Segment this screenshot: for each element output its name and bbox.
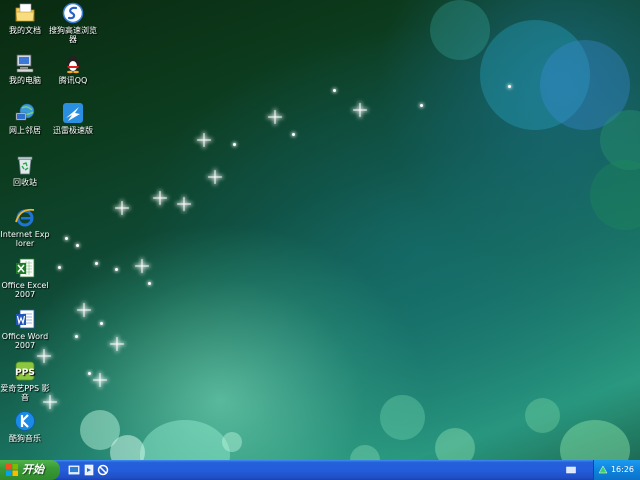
sparkle-dot — [292, 133, 295, 136]
desktop-icon-pps[interactable]: PPS 爱奇艺PPS 影音 — [0, 360, 50, 402]
start-button[interactable]: 开始 — [0, 460, 60, 480]
recycle-bin-icon — [14, 154, 36, 176]
bokeh-decoration — [600, 110, 640, 170]
sparkle-dot — [100, 322, 103, 325]
icon-label: Office Excel 2007 — [1, 281, 49, 299]
desktop-icon-recycle-bin[interactable]: 回收站 — [0, 154, 50, 187]
my-computer-icon — [14, 52, 36, 74]
desktop-icon-my-documents[interactable]: 我的文档 — [0, 2, 50, 35]
word-icon — [14, 308, 36, 330]
keyboard-icon[interactable] — [566, 466, 576, 474]
sparkle-dot — [148, 282, 151, 285]
sparkle-dot — [333, 89, 336, 92]
desktop-icon-sogou-browser[interactable]: 搜狗高速浏览器 — [48, 2, 98, 44]
desktop-icon-network[interactable]: 网上邻居 — [0, 102, 50, 135]
bokeh-decoration — [560, 420, 630, 460]
icon-label: 我的电脑 — [9, 76, 41, 85]
desktop-icon-thunder[interactable]: 迅雷极速版 — [48, 102, 98, 135]
desktop-icon-my-computer[interactable]: 我的电脑 — [0, 52, 50, 85]
desktop-wallpaper: 我的文档 搜狗高速浏览器 我的电脑 腾讯QQ 网上邻居 迅雷极速版 回收站 In… — [0, 0, 640, 460]
icon-label: Internet Explorer — [0, 230, 50, 248]
sogou-browser-icon — [62, 2, 84, 24]
excel-icon — [14, 257, 36, 279]
system-tray: 16:26 — [593, 460, 640, 480]
desktop-icon-qq[interactable]: 腾讯QQ — [48, 52, 98, 85]
thunder-icon — [62, 102, 84, 124]
icon-label: 回收站 — [13, 178, 37, 187]
stop-icon[interactable] — [97, 464, 109, 476]
bokeh-decoration — [435, 428, 475, 460]
icon-label: 爱奇艺PPS 影音 — [0, 384, 50, 402]
network-neighborhood-icon — [14, 102, 36, 124]
icon-label: 腾讯QQ — [58, 76, 88, 85]
clock[interactable]: 16:26 — [611, 460, 634, 480]
my-documents-icon — [14, 2, 36, 24]
start-label: 开始 — [22, 463, 44, 476]
bokeh-decoration — [540, 40, 630, 130]
desktop-show-icon[interactable] — [68, 464, 80, 476]
internet-explorer-icon — [14, 206, 36, 228]
desktop-icon-internet-explorer[interactable]: Internet Explorer — [0, 206, 50, 248]
icon-label: 酷狗音乐 — [9, 434, 41, 443]
desktop-icon-excel[interactable]: Office Excel 2007 — [0, 257, 50, 299]
qq-penguin-icon — [62, 52, 84, 74]
windows-flag-icon — [6, 464, 18, 476]
media-player-icon[interactable] — [83, 464, 95, 476]
bokeh-decoration — [222, 432, 242, 452]
svg-text:PPS: PPS — [15, 368, 35, 378]
sparkle-dot — [508, 85, 511, 88]
sparkle-dot — [420, 104, 423, 107]
bokeh-decoration — [430, 0, 490, 60]
desktop-icon-word[interactable]: Office Word 2007 — [0, 308, 50, 350]
sparkle-dot — [58, 266, 61, 269]
sparkle-dot — [65, 237, 68, 240]
taskbar: 开始 16:26 — [0, 460, 640, 480]
network-status-icon[interactable] — [598, 465, 608, 475]
bokeh-decoration — [140, 420, 230, 460]
bokeh-decoration — [350, 445, 380, 460]
bokeh-decoration — [525, 398, 560, 433]
icon-label: 迅雷极速版 — [53, 126, 93, 135]
bokeh-decoration — [380, 395, 425, 440]
sparkle-dot — [88, 372, 91, 375]
bokeh-decoration — [480, 20, 590, 130]
sparkle-dot — [233, 143, 236, 146]
icon-label: Office Word 2007 — [1, 332, 49, 350]
icon-label: 搜狗高速浏览器 — [49, 26, 97, 44]
icon-label: 网上邻居 — [9, 126, 41, 135]
sparkle-dot — [76, 244, 79, 247]
bokeh-decoration — [590, 160, 640, 230]
icon-label: 我的文档 — [9, 26, 41, 35]
kugou-music-icon — [14, 410, 36, 432]
sparkle-dot — [115, 268, 118, 271]
pps-player-icon: PPS — [14, 360, 36, 382]
sparkle-dot — [95, 262, 98, 265]
bokeh-decoration — [80, 410, 120, 450]
sparkle-dot — [75, 335, 78, 338]
bokeh-decoration — [110, 435, 145, 460]
desktop-icon-kugou[interactable]: 酷狗音乐 — [0, 410, 50, 443]
